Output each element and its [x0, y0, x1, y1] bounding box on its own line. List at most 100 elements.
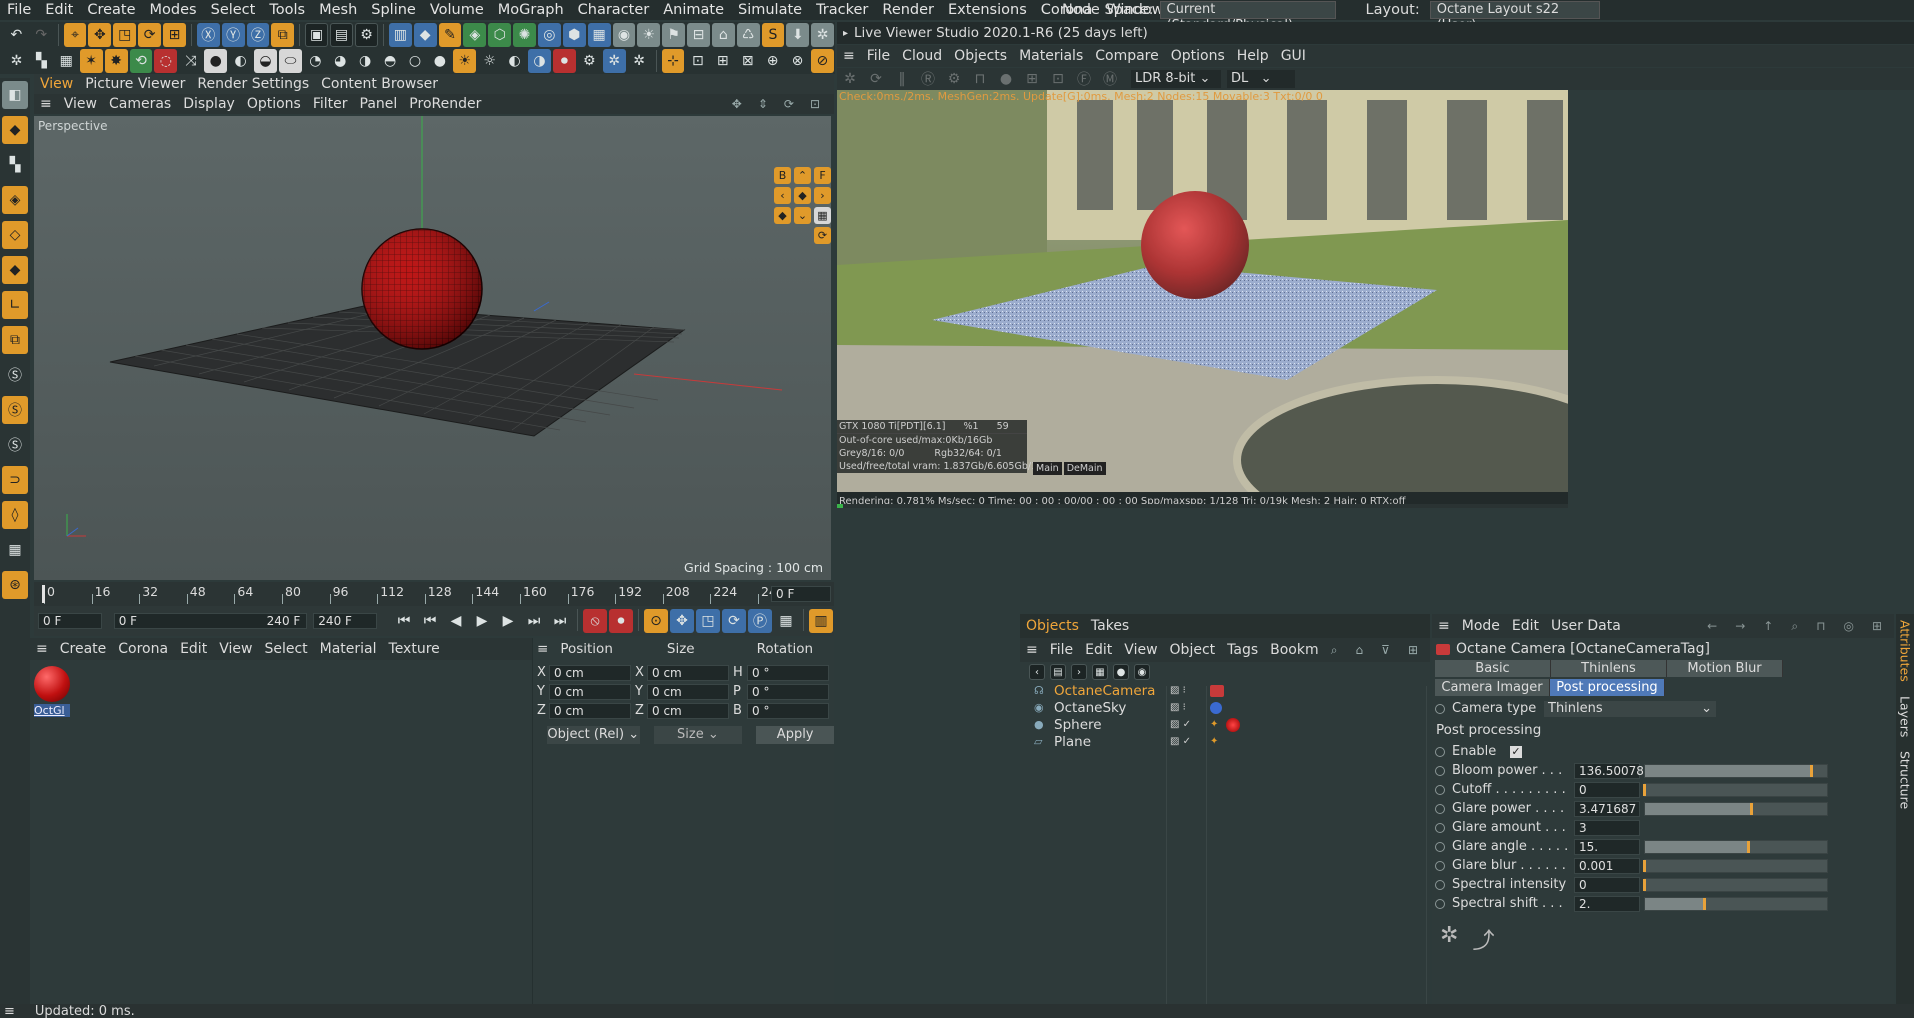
viewport-menu-options[interactable]: Options — [241, 96, 307, 112]
enable-checkbox[interactable]: ✓ — [1510, 745, 1522, 758]
live-viewer-menu-compare[interactable]: Compare — [1089, 48, 1165, 64]
magnet-icon[interactable]: ⊃ — [2, 466, 28, 494]
rotation-field-2[interactable]: 0 ° — [747, 702, 829, 719]
playhead[interactable] — [42, 585, 45, 603]
deformer-icon[interactable]: ✺ — [513, 23, 536, 47]
forward-arrow-icon[interactable]: → — [1729, 619, 1751, 634]
object-row[interactable]: ☊ OctaneCamera ▨ ⁝ — [1020, 682, 1430, 699]
param-slider-handle[interactable] — [1703, 897, 1707, 910]
channel-select[interactable]: DL ⌄ — [1227, 70, 1295, 88]
diffuse-icon[interactable]: ● — [428, 49, 451, 73]
menu-extensions[interactable]: Extensions — [941, 2, 1034, 18]
live-viewer-menu-cloud[interactable]: Cloud — [896, 48, 948, 64]
live-viewer-menu-objects[interactable]: Objects — [948, 48, 1013, 64]
param-slider-handle[interactable] — [1750, 802, 1754, 815]
next-key-icon[interactable]: ⏭ — [522, 609, 546, 633]
live-render-image[interactable]: Check:0ms./2ms. MeshGen:2ms. Update[G]:0… — [837, 90, 1568, 492]
live-viewer-menu-gui[interactable]: GUI — [1275, 48, 1312, 64]
objects-menu-object[interactable]: Object — [1164, 642, 1222, 658]
attributes-menu-user-data[interactable]: User Data — [1545, 618, 1627, 634]
param-slider[interactable] — [1643, 877, 1828, 892]
key-rotation-icon[interactable]: ⟳ — [722, 609, 747, 633]
octane-help-icon[interactable]: ✲ — [1440, 923, 1458, 955]
hamburger-icon[interactable]: ≡ — [837, 48, 861, 64]
undo-icon[interactable]: ↶ — [5, 23, 28, 47]
menu-tools[interactable]: Tools — [262, 2, 312, 18]
tab-render-settings[interactable]: Render Settings — [191, 76, 315, 92]
edges-mode-icon[interactable]: ◇ — [2, 221, 28, 249]
render-tags-icon[interactable]: ◉ — [1134, 664, 1150, 680]
tab-view[interactable]: View — [34, 76, 79, 92]
param-slider[interactable] — [1643, 858, 1828, 873]
preview-range-slider[interactable]: 0 F 240 F — [113, 613, 308, 629]
record-keys-icon[interactable]: ⦸ — [583, 609, 608, 633]
render-settings-icon[interactable]: ⚙ — [355, 23, 378, 47]
redo-icon[interactable]: ↷ — [30, 23, 53, 47]
attributes-menu-mode[interactable]: Mode — [1456, 618, 1506, 634]
camera-icon[interactable]: ◉ — [612, 23, 636, 47]
visibility-icon[interactable]: ▨ ⁝ — [1170, 685, 1186, 696]
object-row[interactable]: ◉ OctaneSky ▨ ⁝ — [1020, 699, 1430, 716]
animate-dot-icon[interactable] — [1435, 703, 1445, 714]
animate-dot-icon[interactable] — [1435, 765, 1445, 776]
param-value-field[interactable]: 0 — [1574, 876, 1640, 893]
tab-picture-viewer[interactable]: Picture Viewer — [79, 76, 191, 92]
position-field-2[interactable]: 0 cm — [549, 702, 631, 719]
material-menu-create[interactable]: Create — [54, 641, 113, 657]
env-icon[interactable]: ◑ — [528, 49, 551, 73]
forward-icon[interactable]: › — [1071, 664, 1087, 680]
hdri-icon[interactable]: ◐ — [503, 49, 526, 73]
material-tags-icon[interactable]: ● — [1113, 664, 1129, 680]
menu-render[interactable]: Render — [875, 2, 941, 18]
octane-icon[interactable]: ✲ — [811, 23, 835, 47]
corona-icon[interactable]: S — [761, 23, 785, 47]
material-menu-corona[interactable]: Corona — [112, 641, 174, 657]
new-window-icon[interactable]: ⊞ — [1866, 619, 1888, 634]
octane-help-icon[interactable]: ✲ — [628, 49, 651, 73]
goto-start-icon[interactable]: ⏮ — [392, 609, 416, 633]
axis-mode-icon[interactable]: ∟ — [2, 291, 28, 319]
dark-sphere-icon[interactable]: ◐ — [229, 49, 252, 73]
material-menu-texture[interactable]: Texture — [383, 641, 446, 657]
material-menu-edit[interactable]: Edit — [174, 641, 213, 657]
pen-icon[interactable]: ✎ — [438, 23, 462, 47]
current-frame-field[interactable]: 0 F — [771, 586, 831, 602]
tab-takes[interactable]: Takes — [1085, 618, 1135, 634]
points-mode-icon[interactable]: ◈ — [2, 186, 28, 214]
sky-tag-icon[interactable] — [1210, 701, 1222, 714]
tab-content-browser[interactable]: Content Browser — [315, 76, 444, 92]
lock-icon[interactable]: ⌂ — [711, 23, 735, 47]
material-menu-view[interactable]: View — [213, 641, 258, 657]
sphere-icon[interactable]: ● — [204, 49, 228, 73]
tab-basic[interactable]: Basic — [1435, 660, 1551, 677]
hamburger-icon[interactable]: ≡ — [537, 641, 548, 657]
back-arrow-icon[interactable]: ← — [1701, 619, 1723, 634]
camera-type-select[interactable]: Thinlens ⌄ — [1544, 700, 1716, 717]
viewport-menu-view[interactable]: View — [58, 96, 103, 112]
menu-mesh[interactable]: Mesh — [312, 2, 364, 18]
grid-icon[interactable]: ▦ — [55, 49, 78, 73]
nav-left-icon[interactable]: ‹ — [774, 187, 791, 204]
animate-dot-icon[interactable] — [1435, 822, 1445, 833]
tab-camera-imager[interactable]: Camera Imager — [1435, 679, 1550, 696]
live-viewer-menu-options[interactable]: Options — [1165, 48, 1231, 64]
node-space-select[interactable]: Current (Standard/Physical)⌄ — [1159, 1, 1336, 33]
lock-icon[interactable]: ⊓ — [968, 67, 992, 91]
animate-dot-icon[interactable] — [1435, 784, 1445, 795]
rotation-field-1[interactable]: 0 ° — [747, 683, 829, 700]
daylight-icon[interactable]: ☼ — [478, 49, 501, 73]
prev-key-icon[interactable]: ⏮ — [418, 609, 442, 633]
size-field-0[interactable]: 0 cm — [647, 664, 729, 681]
move-icon[interactable]: ✥ — [88, 23, 112, 47]
hamburger-icon[interactable]: ≡ — [30, 641, 54, 657]
nav-cube-icon[interactable]: ◆ — [794, 187, 811, 204]
material-tag-icon[interactable] — [1226, 717, 1240, 732]
quantize-icon[interactable]: ⊗ — [786, 49, 809, 73]
filter-icon[interactable]: ⊽ — [1375, 643, 1396, 658]
position-field-0[interactable]: 0 cm — [549, 664, 631, 681]
param-value-field[interactable]: 0.001 — [1574, 857, 1640, 874]
menu-character[interactable]: Character — [571, 2, 657, 18]
animate-dot-icon[interactable] — [1435, 860, 1445, 871]
grid-snap-icon[interactable]: ▦ — [2, 536, 28, 564]
menu-create[interactable]: Create — [80, 2, 142, 18]
